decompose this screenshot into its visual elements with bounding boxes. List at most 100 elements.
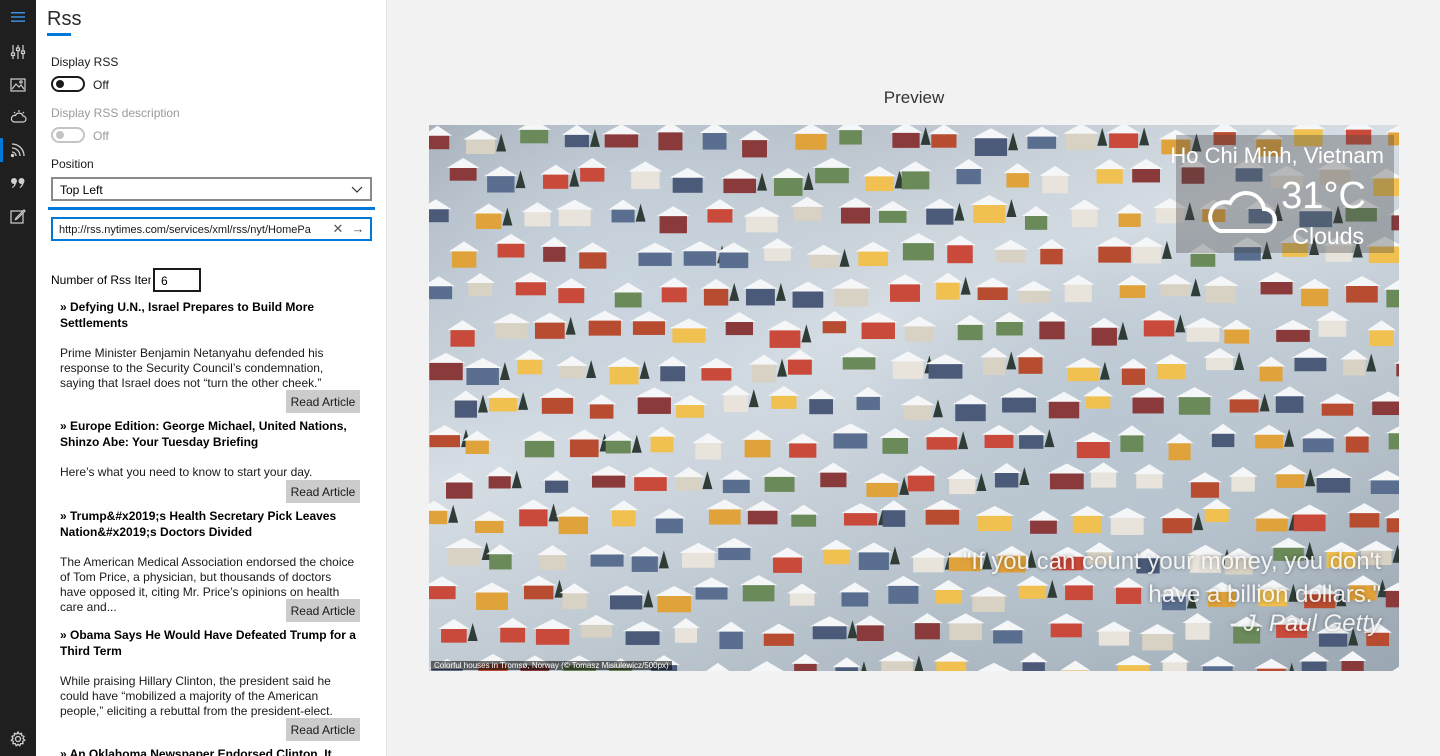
house: [558, 514, 588, 535]
house: [907, 473, 935, 492]
snowy-roof: [561, 125, 592, 135]
house: [579, 250, 607, 269]
quote-icon[interactable]: [0, 167, 36, 199]
house: [488, 474, 511, 489]
tree: [635, 203, 646, 222]
house: [774, 175, 803, 196]
rss-count-input[interactable]: [161, 273, 195, 288]
snowy-roof: [878, 651, 916, 662]
house: [1275, 394, 1304, 413]
house: [524, 438, 555, 458]
tree: [1019, 466, 1030, 485]
house: [1276, 472, 1305, 488]
settings-icon[interactable]: [0, 723, 36, 755]
snowy-roof: [770, 547, 805, 558]
tree: [511, 470, 522, 489]
snowy-roof: [589, 465, 629, 476]
house: [905, 324, 934, 342]
house: [1190, 251, 1216, 267]
snowy-roof: [555, 199, 594, 210]
snowy-roof: [719, 469, 753, 480]
article-headline[interactable]: » Obama Says He Would Have Defeated Trum…: [60, 627, 360, 659]
tree: [502, 207, 513, 226]
display-rss-toggle[interactable]: [51, 76, 85, 92]
article-item: » Defying U.N., Israel Prepares to Build…: [60, 299, 360, 391]
house: [1157, 361, 1186, 380]
article-headline[interactable]: » Defying U.N., Israel Prepares to Build…: [60, 299, 360, 331]
read-article-button[interactable]: Read Article: [286, 599, 360, 622]
hamburger-icon[interactable]: [0, 1, 36, 33]
snowy-roof: [1203, 348, 1237, 359]
snowy-roof: [1385, 426, 1399, 434]
house: [1224, 327, 1250, 344]
house: [558, 286, 585, 304]
house: [1019, 433, 1044, 449]
article-description: Prime Minister Benjamin Netanyahu defend…: [60, 346, 324, 390]
read-article-button[interactable]: Read Article: [286, 718, 360, 741]
photo-caption: Colorful houses in Tromsø, Norway (© Tom…: [431, 661, 672, 670]
snowy-roof: [1047, 613, 1085, 624]
feed-url-field[interactable]: ✕ →: [51, 217, 372, 241]
snowy-roof: [669, 167, 706, 178]
house: [708, 507, 741, 525]
title-underline: [47, 33, 71, 36]
snowy-roof: [1139, 623, 1176, 634]
snowy-roof: [559, 583, 590, 594]
edit-icon[interactable]: [0, 200, 36, 232]
snowy-roof: [699, 125, 730, 133]
position-dropdown[interactable]: Top Left: [51, 177, 372, 201]
snowy-roof: [521, 202, 554, 213]
snowy-roof: [542, 470, 572, 481]
house: [1345, 434, 1369, 453]
snowy-roof: [898, 161, 933, 172]
house: [1018, 288, 1049, 303]
snowy-roof: [879, 428, 912, 439]
snowy-roof: [577, 614, 615, 625]
house: [812, 624, 847, 640]
house: [977, 513, 1012, 531]
snowy-roof: [1338, 651, 1367, 662]
tree: [976, 473, 987, 492]
tree: [954, 202, 965, 221]
snowy-roof: [446, 158, 480, 169]
house: [676, 402, 705, 418]
sliders-icon[interactable]: [0, 36, 36, 68]
house: [476, 590, 508, 610]
rss-count-field[interactable]: [153, 268, 201, 292]
house: [637, 395, 671, 414]
house: [682, 550, 715, 568]
clear-icon[interactable]: ✕: [330, 221, 346, 237]
snowy-roof: [830, 423, 871, 434]
article-headline[interactable]: » Trump&#x2019;s Health Secretary Pick L…: [60, 508, 360, 540]
house: [1346, 283, 1378, 303]
snowy-roof: [671, 618, 700, 629]
house: [789, 591, 815, 606]
house: [861, 320, 895, 340]
tree: [448, 504, 459, 523]
article-headline[interactable]: » Europe Edition: George Michael, United…: [60, 418, 360, 450]
house: [610, 593, 643, 610]
house: [1185, 621, 1210, 640]
tree: [839, 248, 850, 267]
weather-icon[interactable]: [0, 101, 36, 133]
house: [707, 207, 733, 223]
article-headline[interactable]: » An Oklahoma Newspaper Endorsed Clinton…: [60, 746, 360, 756]
weather-temperature: 31°C: [1281, 175, 1366, 217]
snowy-roof: [1037, 238, 1066, 249]
rss-icon[interactable]: [0, 134, 36, 166]
snowy-roof: [1129, 236, 1164, 247]
house: [957, 322, 983, 341]
snowy-roof: [1315, 310, 1350, 321]
snowy-roof: [1202, 275, 1239, 286]
house: [834, 286, 869, 307]
house: [984, 432, 1014, 448]
snowy-roof: [1201, 499, 1232, 510]
feed-url-input[interactable]: [59, 222, 321, 238]
snowy-roof: [497, 617, 529, 628]
read-article-button[interactable]: Read Article: [286, 480, 360, 503]
image-icon[interactable]: [0, 69, 36, 101]
snowy-roof: [1015, 347, 1046, 358]
read-article-button[interactable]: Read Article: [286, 390, 360, 413]
tree: [1008, 132, 1019, 151]
arrow-right-icon[interactable]: →: [350, 221, 366, 236]
